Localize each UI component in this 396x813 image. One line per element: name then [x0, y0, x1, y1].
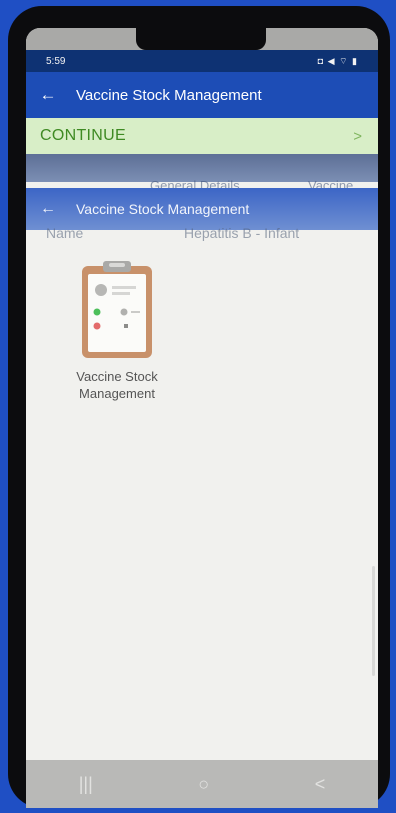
screen: 5:59 ◘ ◀ ⌔ ▮ ← Vaccine Stock Management …: [26, 28, 378, 808]
app-bar-title: Vaccine Stock Management: [76, 86, 262, 104]
ghost-app-bar: ← Vaccine Stock Management: [26, 188, 378, 230]
ghost-app-bar-title: Vaccine Stock Management: [76, 201, 250, 217]
clipboard-icon: [82, 261, 152, 358]
recents-icon[interactable]: |||: [79, 774, 93, 795]
chevron-right-icon: >: [353, 127, 362, 145]
back-icon[interactable]: <: [315, 774, 326, 795]
ghost-row-name: Name: [46, 225, 84, 241]
status-icons: ◘ ◀ ⌔ ▮: [317, 55, 358, 66]
continue-label: CONTINUE: [40, 127, 126, 144]
scrollbar[interactable]: [372, 566, 375, 676]
back-arrow-icon[interactable]: ←: [26, 85, 70, 105]
tile-label: Vaccine Stock Management: [76, 369, 158, 401]
home-icon[interactable]: ○: [198, 774, 209, 795]
status-bar: 5:59 ◘ ◀ ⌔ ▮: [26, 50, 378, 72]
status-time: 5:59: [46, 55, 66, 67]
camera-notch: [136, 28, 266, 50]
vaccine-stock-management-tile[interactable]: Vaccine Stock Management: [54, 260, 180, 410]
system-nav-bar: ||| ○ <: [26, 760, 378, 808]
ghost-back-arrow-icon: ←: [40, 200, 56, 217]
app-bar: ← Vaccine Stock Management: [26, 72, 378, 118]
continue-button[interactable]: CONTINUE >: [26, 118, 378, 154]
ghost-row-value: Hepatitis B - Infant: [184, 225, 300, 241]
